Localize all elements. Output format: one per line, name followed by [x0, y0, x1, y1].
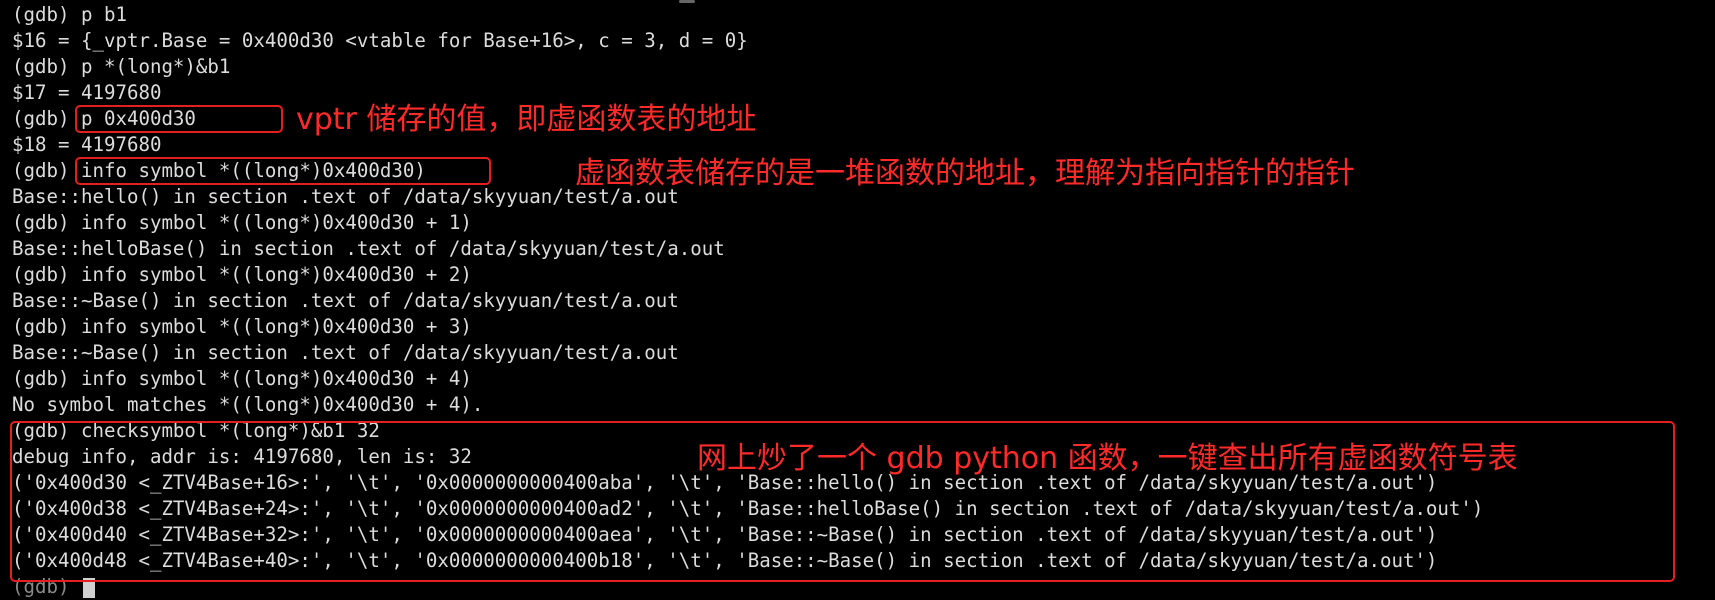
highlight-box-p-command — [75, 105, 283, 133]
terminal-line: Base::helloBase() in section .text of /d… — [12, 237, 725, 260]
terminal-line: (gdb) p b1 — [12, 3, 127, 26]
terminal-line: Base::~Base() in section .text of /data/… — [12, 341, 679, 364]
terminal-line: (gdb) p *(long*)&b1 — [12, 55, 231, 78]
terminal-line: (gdb) info symbol *((long*)0x400d30 + 4) — [12, 367, 472, 390]
terminal-line: $16 = {_vptr.Base = 0x400d30 <vtable for… — [12, 29, 748, 52]
terminal-line: (gdb) info symbol *((long*)0x400d30 + 1) — [12, 211, 472, 234]
annotation-vptr-value: vptr 储存的值，即虚函数表的地址 — [296, 102, 757, 137]
annotation-gdb-python: 网上炒了一个 gdb python 函数，一键查出所有虚函数符号表 — [697, 441, 1518, 476]
terminal-line: $17 = 4197680 — [12, 81, 162, 104]
terminal-line: Base::~Base() in section .text of /data/… — [12, 289, 679, 312]
terminal-line: (gdb) info symbol *((long*)0x400d30 + 3) — [12, 315, 472, 338]
terminal-line: (gdb) info symbol *((long*)0x400d30 + 2) — [12, 263, 472, 286]
highlight-box-info-symbol — [75, 157, 491, 185]
terminal-line: No symbol matches *((long*)0x400d30 + 4)… — [12, 393, 484, 416]
annotation-vtable-contents: 虚函数表储存的是一堆函数的地址，理解为指向指针的指针 — [575, 156, 1355, 191]
